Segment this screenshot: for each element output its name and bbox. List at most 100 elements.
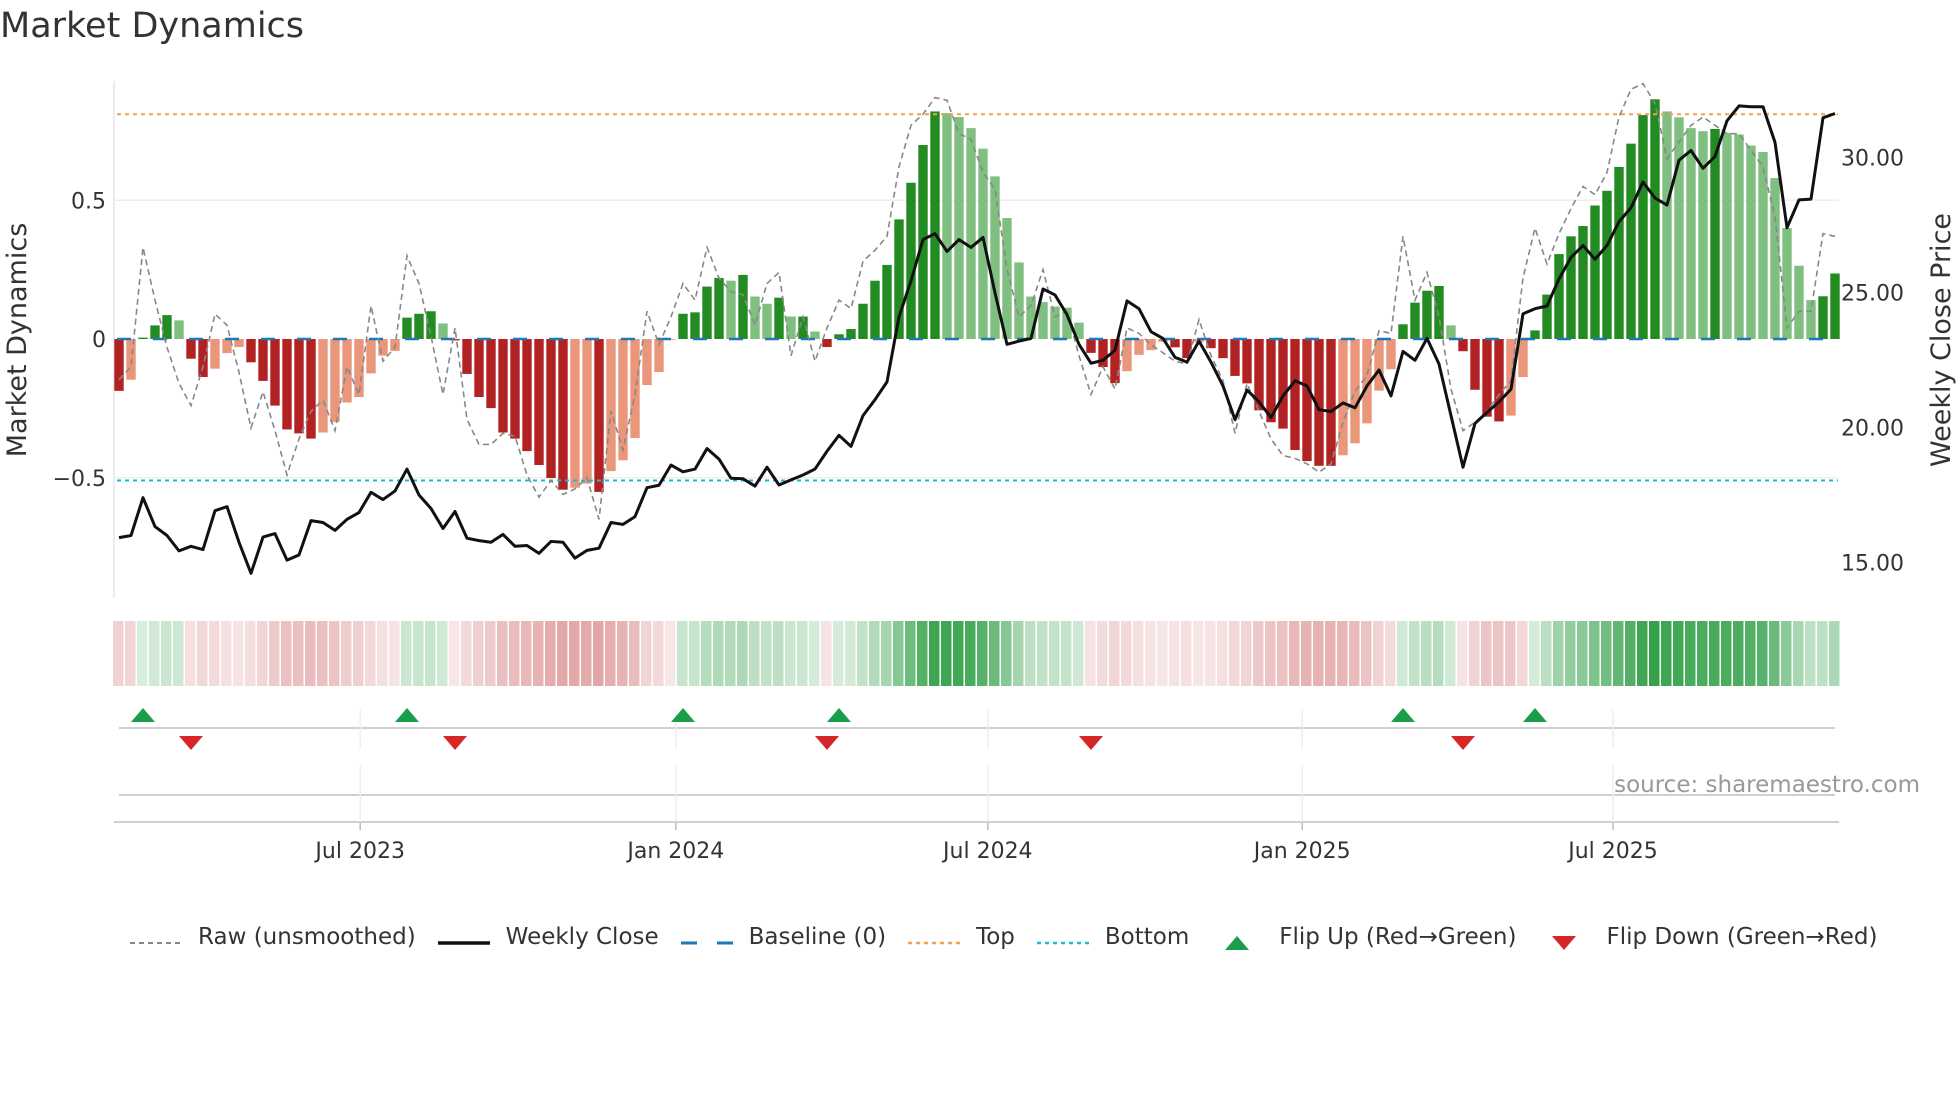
heatmap-cell [1241,621,1252,686]
heatmap-cell [509,621,520,686]
heatmap-cell [1553,621,1564,686]
flip-up-triangle-icon [1209,930,1265,950]
heatmap-cell [1313,621,1324,686]
bar [1302,339,1312,462]
y-tick-label: −0.5 [53,467,106,492]
heatmap-cell [449,621,460,686]
heatmap-cell [1397,621,1408,686]
bar [1746,145,1756,339]
bar [210,339,220,369]
bar [870,280,880,339]
heatmap-cell [857,621,868,686]
bar [1626,143,1636,339]
heatmap-cell [821,621,832,686]
heatmap-cell [185,621,196,686]
heatmap-cell [569,621,580,686]
bar [438,323,448,339]
heatmap-cell [1073,621,1084,686]
heatmap-cell [233,621,244,686]
bar [282,339,292,430]
heatmap-cell [1805,621,1816,686]
heatmap-cell [317,621,328,686]
heatmap-cell [689,621,700,686]
heatmap-cell [1685,621,1696,686]
bar [510,339,520,439]
bar [762,303,772,339]
bottom-line-swatch [1035,930,1091,945]
bar [1794,265,1804,339]
heatmap-cell [1049,621,1060,686]
heatmap-cell [941,621,952,686]
heatmap-cell [1481,621,1492,686]
flip-up-marker [671,708,695,722]
heatmap-cell [977,621,988,686]
bar [1578,226,1588,339]
bar [174,320,184,339]
heatmap-cell [809,621,820,686]
raw-line-swatch [128,930,184,944]
bar [1818,296,1828,339]
bar [258,339,268,381]
bar [1002,218,1012,339]
heatmap-cell [605,621,616,686]
bar [1278,339,1288,429]
flip-up-marker [395,708,419,722]
x-tick-label: Jul 2024 [941,839,1033,864]
heatmap-cell [641,621,652,686]
heatmap-cell [869,621,880,686]
heatmap-cell [1001,621,1012,686]
bar [558,339,568,490]
bar [726,280,736,339]
bar [1338,339,1348,456]
heatmap-cell [1781,621,1792,686]
y2-tick-label: 25.00 [1841,282,1904,307]
heatmap-cell [365,621,376,686]
flip-up-marker [827,708,851,722]
heatmap-cell [1793,621,1804,686]
flip-down-marker [1079,736,1103,750]
heatmap-cell [497,621,508,686]
heatmap-cell [1709,621,1720,686]
bar [966,128,976,339]
heatmap-cell [629,621,640,686]
bar [1650,99,1660,340]
heatmap-cell [557,621,568,686]
heatmap-cell [1085,621,1096,686]
heatmap-cell [713,621,724,686]
heatmap-cell [197,621,208,686]
bar [594,339,604,492]
heatmap-cell [1253,621,1264,686]
heatmap-cell [1625,621,1636,686]
bar [882,264,892,339]
bar [1350,339,1360,444]
heatmap-cell [1541,621,1552,686]
bar [1374,339,1384,391]
bar [1566,236,1576,339]
heatmap-cell [1757,621,1768,686]
bar [1470,339,1480,390]
bar [1614,166,1624,339]
heatmap-cell [1265,621,1276,686]
bar [1230,339,1240,376]
y2-tick-label: 30.00 [1841,147,1904,172]
flip-up-marker [1391,708,1415,722]
bar [570,339,580,488]
heatmap-cell [581,621,592,686]
bar [366,339,376,374]
heatmap-cell [1109,621,1120,686]
legend-item-flip-up: Flip Up (Red→Green) [1209,924,1516,950]
bar [1410,302,1420,339]
heatmap-cell [1097,621,1108,686]
heatmap-cell [749,621,760,686]
heatmap-cell [1229,621,1240,686]
bar [378,339,388,356]
bar [1086,339,1096,353]
bar [678,313,688,339]
y-tick-label: 0.5 [71,189,106,214]
heatmap-cell [149,621,160,686]
legend-item-baseline: Baseline (0) [679,924,886,950]
heatmap-cell [1601,621,1612,686]
heatmap-cell [1565,621,1576,686]
heatmap-cell [1037,621,1048,686]
bar [294,339,304,434]
